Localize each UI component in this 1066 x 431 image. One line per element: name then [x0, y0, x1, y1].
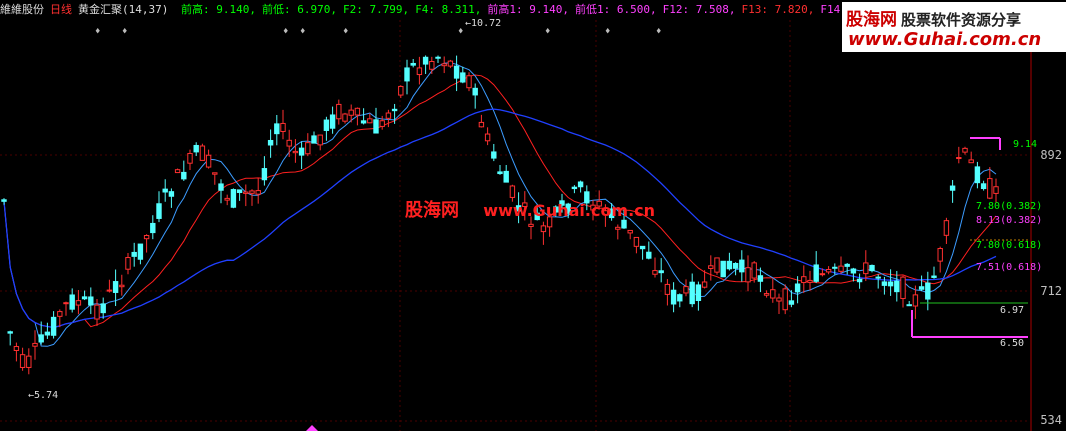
fib-d-label: 7.51(0.618): [976, 262, 1043, 273]
svg-text:♦: ♦: [458, 27, 463, 37]
logo-url: www.Guhai.com.cn: [848, 29, 1042, 50]
logo-title: 股海网: [846, 10, 897, 30]
header-item: 前高: 9.140,: [180, 3, 256, 16]
indicator-params: (14,37): [122, 3, 169, 16]
header-item: 前低1: 6.500,: [575, 3, 657, 16]
fib-high-label: 9.14: [1013, 139, 1038, 150]
axis-label-mid: 712: [1040, 284, 1062, 298]
svg-text:♦: ♦: [300, 27, 305, 37]
indicator-name[interactable]: 黄金汇聚: [78, 3, 122, 16]
axis-label-top: 892: [1040, 148, 1062, 162]
high-marker: ←10.72: [465, 18, 502, 29]
fib-c-label: 7.80(0.618): [976, 240, 1043, 251]
header-item: 前高1: 9.140,: [487, 3, 570, 16]
header-item: F2: 7.799,: [342, 3, 410, 16]
svg-text:♦: ♦: [95, 27, 100, 37]
low-marker: ←5.74: [28, 390, 59, 401]
low2-label: 6.50: [1000, 338, 1025, 349]
fibonacci-levels: ♦ ♦ ♦ ♦ ♦ ♦ ♦ ♦ ♦: [95, 27, 1028, 431]
watermark-name: 股海网: [405, 200, 459, 221]
logo-subtitle: 股票软件资源分享: [901, 11, 1022, 29]
period-label[interactable]: 日线: [50, 3, 72, 16]
header-item: 前低: 6.970,: [261, 3, 337, 16]
svg-text:♦: ♦: [283, 27, 288, 37]
header-item: F13: 7.820,: [741, 3, 815, 16]
header-item: F4: 8.311,: [415, 3, 482, 16]
svg-text:♦: ♦: [122, 27, 127, 37]
fib-b-label: 8.13(0.382): [976, 215, 1043, 226]
axis-label-bottom: 534: [1040, 413, 1062, 427]
watermark-url: www.Guhai.com.cn: [483, 201, 656, 220]
stock-name: 維維股份: [0, 3, 44, 16]
low1-label: 6.97: [1000, 305, 1025, 316]
svg-text:♦: ♦: [605, 27, 610, 37]
fib-a-label: 7.80(0.382): [976, 201, 1043, 212]
site-logo: 股海网 股票软件资源分享 www.Guhai.com.cn: [842, 2, 1066, 52]
header-item: F12: 7.508,: [662, 3, 736, 16]
svg-text:♦: ♦: [545, 27, 550, 37]
svg-text:♦: ♦: [656, 27, 661, 37]
watermark: 股海网 www.Guhai.com.cn: [405, 196, 655, 222]
header-item: F14: 8.132,: [820, 3, 840, 16]
indicator-header: 維維股份 日线 黄金汇聚(14,37) 前高: 9.140, 前低: 6.970, F2…: [0, 0, 840, 20]
svg-text:♦: ♦: [343, 27, 348, 37]
